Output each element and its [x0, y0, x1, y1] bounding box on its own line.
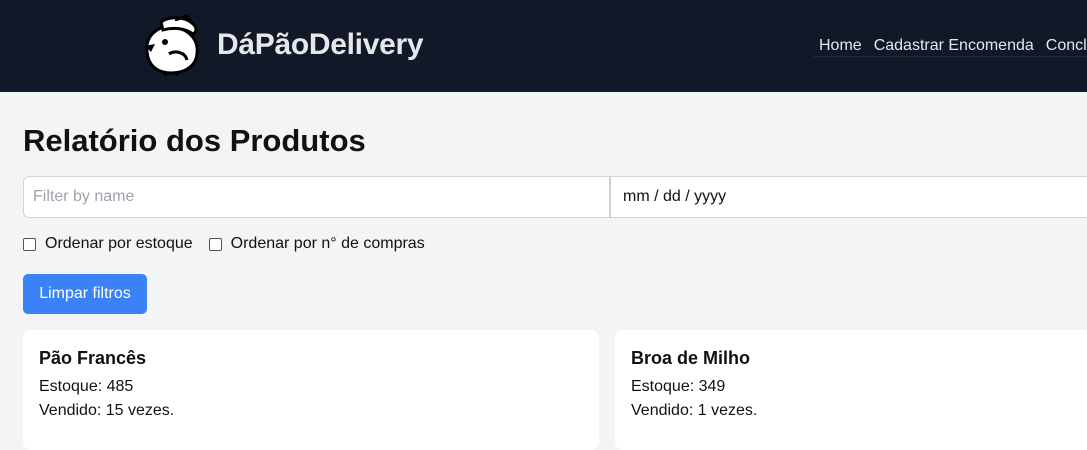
brand-link[interactable]: DáPãoDelivery: [141, 14, 424, 76]
date-placeholder: mm / dd / yyyy: [623, 188, 727, 205]
nav-links: Home Cadastrar Encomenda Conclu: [813, 36, 1087, 57]
sort-by-stock-checkbox[interactable]: Ordenar por estoque: [23, 235, 193, 253]
nav-item-home[interactable]: Home: [813, 36, 868, 57]
sort-by-purchases-label: Ordenar por n° de compras: [230, 235, 425, 252]
checkbox-box[interactable]: [208, 237, 222, 251]
name-filter-input[interactable]: [23, 176, 610, 218]
sort-by-purchases-checkbox[interactable]: Ordenar por n° de compras: [208, 235, 425, 253]
product-sold: Vendido: 1 vezes.: [631, 402, 758, 419]
navbar: DáPãoDelivery Home Cadastrar Encomenda C…: [0, 0, 1087, 92]
clear-filters-button[interactable]: Limpar filtros: [23, 274, 147, 314]
product-name: Broa de Milho: [631, 348, 751, 368]
bread-mascot-icon: [145, 14, 199, 76]
sort-options: Ordenar por estoque Ordenar por n° de co…: [23, 235, 441, 253]
product-stock: Estoque: 485: [39, 378, 134, 395]
page-title: Relatório dos Produtos: [23, 123, 366, 158]
main-content: Relatório dos Produtos mm / dd / yyyy Or…: [0, 92, 1087, 450]
product-card: Pão Francês Estoque: 485 Vendido: 15 vez…: [23, 330, 599, 450]
sort-by-stock-label: Ordenar por estoque: [45, 235, 193, 252]
product-name: Pão Francês: [39, 348, 147, 368]
checkbox-box[interactable]: [23, 237, 36, 251]
date-filter-input[interactable]: mm / dd / yyyy: [610, 176, 1087, 218]
product-stock: Estoque: 349: [631, 378, 726, 395]
product-sold: Vendido: 15 vezes.: [39, 402, 175, 419]
nav-item-cadastrar-encomenda[interactable]: Cadastrar Encomenda: [867, 36, 1040, 57]
filter-row: mm / dd / yyyy: [23, 176, 1087, 218]
nav-item-concluidas[interactable]: Conclu: [1039, 36, 1087, 57]
product-card: Broa de Milho Estoque: 349 Vendido: 1 ve…: [615, 330, 1087, 450]
brand-name: DáPãoDelivery: [217, 28, 424, 61]
